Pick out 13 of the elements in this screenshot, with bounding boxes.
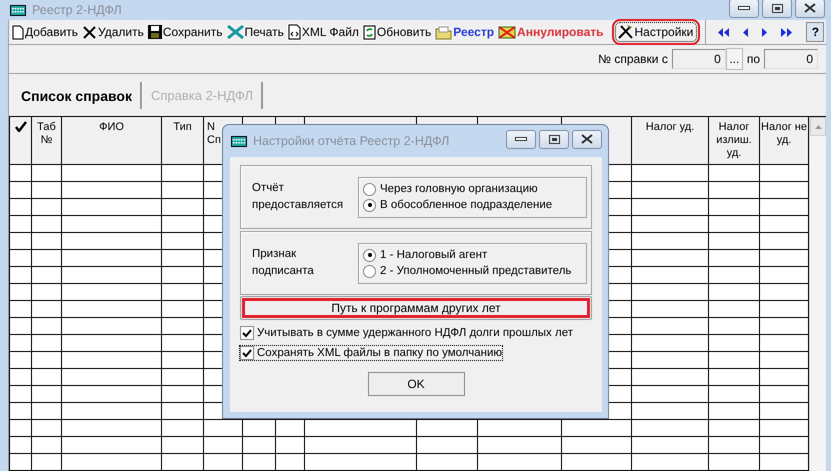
window-title: Реестр 2-НДФЛ bbox=[32, 3, 123, 17]
to-label: по bbox=[746, 52, 760, 66]
column-header: Налог уд. bbox=[646, 121, 694, 134]
column-header: Налог не уд. bbox=[760, 121, 808, 147]
range-label: № справки с bbox=[598, 52, 668, 66]
group-label: Признак подписанта bbox=[252, 247, 315, 279]
group-label: Отчёт предоставляется bbox=[252, 181, 344, 213]
column-header: ФИО bbox=[99, 121, 124, 134]
dialog-title: Настройки отчёта Реестр 2-НДФЛ bbox=[253, 134, 450, 148]
column-header: Налог излиш. уд. bbox=[715, 121, 753, 160]
column-header: Таб № bbox=[36, 121, 57, 147]
column-header: Тип bbox=[173, 121, 192, 134]
column-header: N Сп bbox=[207, 121, 222, 147]
